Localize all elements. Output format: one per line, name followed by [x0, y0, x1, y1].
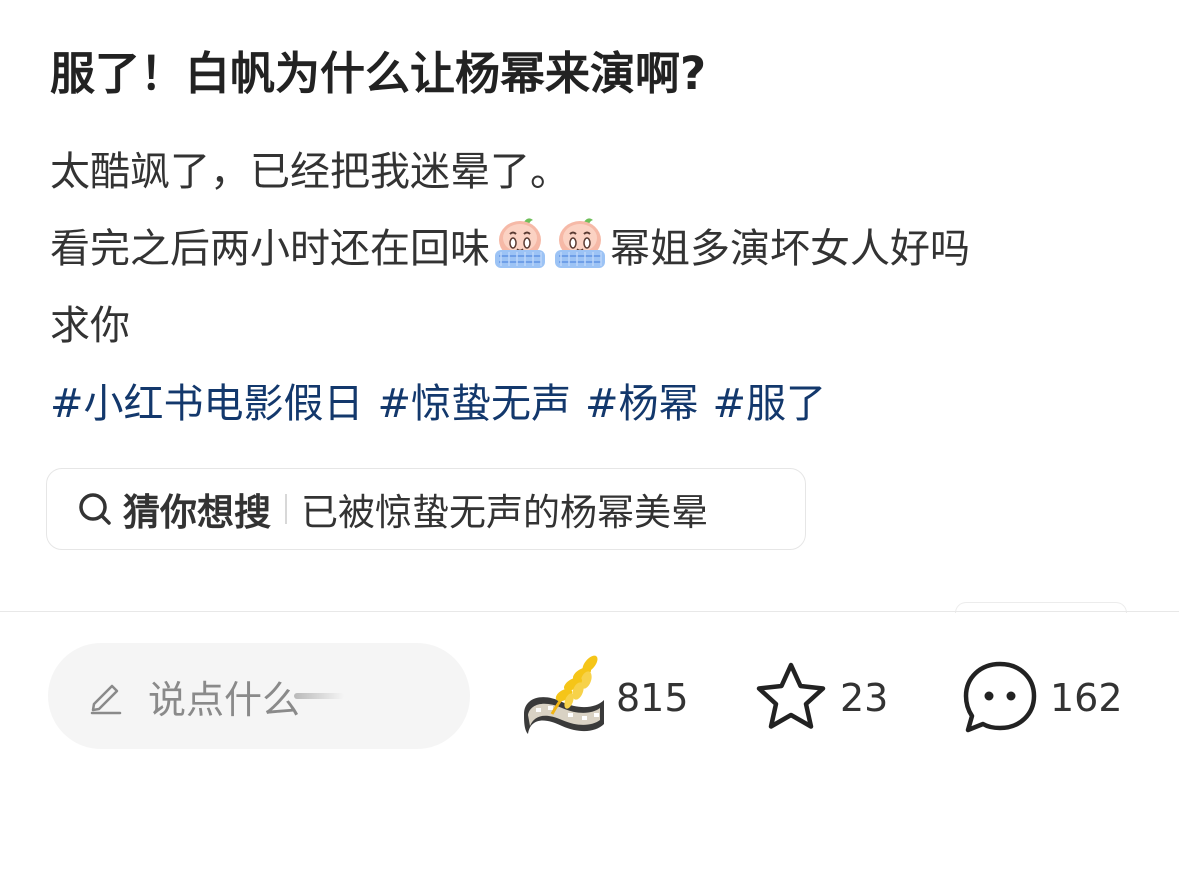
hashtag-link[interactable]: #杨幂: [585, 381, 699, 427]
hashtag-link[interactable]: #服了: [713, 381, 827, 427]
body-line: 求你: [50, 303, 130, 349]
body-text: 看完之后两小时还在回味: [50, 226, 490, 272]
comment-bubble-icon: [963, 661, 1037, 733]
hashtag-list: #小红书电影假日 #惊蛰无声 #杨幂 #服了: [50, 372, 840, 436]
collect-count: 23: [840, 676, 889, 720]
suggestion-label: 猜你想搜: [123, 491, 271, 534]
post-body: 太酷飒了，已经把我迷晕了。 看完之后两小时还在回味 幂姐多演坏女人好吗 求你: [50, 134, 1140, 365]
suggestion-query: 已被惊蛰无声的杨幂美晕: [301, 491, 708, 534]
comment-count: 162: [1050, 676, 1123, 720]
film-wheat-like-icon: [524, 655, 604, 734]
like-count: 815: [616, 676, 689, 720]
crying-face-emoji-icon: [495, 218, 545, 268]
crying-face-emoji-icon: [555, 218, 605, 268]
body-line: 太酷飒了，已经把我迷晕了。: [50, 149, 570, 195]
search-icon: [79, 493, 111, 525]
divider: [0, 611, 1179, 612]
collect-button[interactable]: 23: [752, 650, 888, 746]
comment-input[interactable]: 说点什么: [48, 643, 470, 749]
body-text: 幂姐多演坏女人好吗: [610, 226, 970, 272]
search-suggestion-chip[interactable]: 猜你想搜 已被惊蛰无声的杨幂美晕: [46, 468, 806, 550]
body-line: 看完之后两小时还在回味 幂姐多演坏女人好吗: [50, 211, 1140, 288]
hashtag-link[interactable]: #小红书电影假日: [50, 381, 364, 427]
star-icon: [756, 662, 826, 729]
comment-button[interactable]: 162: [960, 650, 1123, 746]
comment-placeholder: 说点什么: [148, 677, 301, 722]
post-title: 服了！白帆为什么让杨幂来演啊?: [50, 47, 707, 100]
divider: [285, 494, 287, 524]
input-fade: [294, 693, 345, 699]
hashtag-link[interactable]: #惊蛰无声: [378, 381, 572, 427]
like-button[interactable]: 815: [518, 650, 689, 746]
pencil-icon: [90, 684, 122, 715]
